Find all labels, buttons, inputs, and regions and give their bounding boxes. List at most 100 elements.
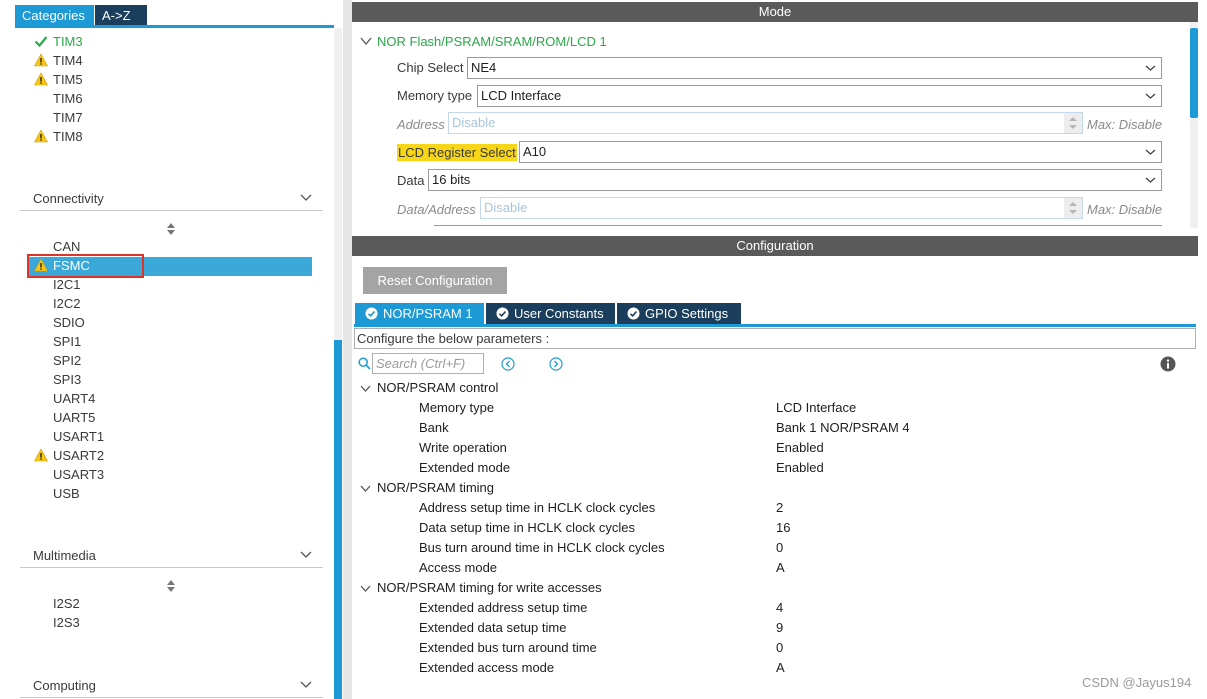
tab-categories[interactable]: Categories: [15, 5, 94, 26]
computing-section-header[interactable]: Computing: [20, 674, 323, 698]
memory-type-combo[interactable]: LCD Interface: [477, 85, 1162, 107]
arrow-right-circle-icon[interactable]: [549, 357, 563, 371]
list-item-usart2[interactable]: USART2: [34, 446, 104, 465]
data-label: Data: [397, 173, 425, 188]
list-item-label: TIM8: [53, 129, 83, 144]
list-item-spi1[interactable]: SPI1: [53, 332, 81, 351]
list-item-tim3[interactable]: TIM3: [34, 32, 83, 51]
list-item-i2s2[interactable]: I2S2: [53, 594, 80, 613]
list-item-tim7[interactable]: TIM7: [53, 108, 83, 127]
parameter-value[interactable]: LCD Interface: [776, 400, 856, 415]
parameter-name[interactable]: Extended bus turn around time: [419, 640, 597, 655]
parameter-name[interactable]: Access mode: [419, 560, 497, 575]
tab-user-constants[interactable]: User Constants: [486, 303, 615, 324]
mode-panel-title: Mode: [352, 2, 1198, 22]
tab-a-to-z[interactable]: A->Z: [95, 5, 147, 26]
parameter-value[interactable]: A: [776, 660, 785, 675]
chevron-down-icon[interactable]: [360, 583, 371, 594]
list-item-usb[interactable]: USB: [53, 484, 80, 503]
mode-scrollbar-thumb[interactable]: [1190, 28, 1198, 118]
parameter-value[interactable]: 0: [776, 540, 783, 555]
fsmc-annotation-box: [27, 254, 144, 278]
list-item-usart3[interactable]: USART3: [53, 465, 104, 484]
parameter-value[interactable]: 0: [776, 640, 783, 655]
parameter-name[interactable]: Extended address setup time: [419, 600, 587, 615]
list-item-tim4[interactable]: TIM4: [34, 51, 83, 70]
left-scrollbar[interactable]: [334, 0, 342, 699]
parameter-name[interactable]: Bank: [419, 420, 449, 435]
tab-gpio-settings[interactable]: GPIO Settings: [617, 303, 741, 324]
parameter-value[interactable]: 16: [776, 520, 790, 535]
parameter-value[interactable]: Bank 1 NOR/PSRAM 4: [776, 420, 910, 435]
tab-nor-psram-1[interactable]: NOR/PSRAM 1: [355, 303, 484, 324]
list-item-tim5[interactable]: TIM5: [34, 70, 83, 89]
mode-tree-label: NOR Flash/PSRAM/SRAM/ROM/LCD 1: [377, 34, 607, 49]
info-icon[interactable]: [1160, 356, 1176, 372]
check-circle-icon: [627, 307, 640, 320]
spinner-arrows-icon: [1069, 117, 1077, 129]
list-item-i2s3[interactable]: I2S3: [53, 613, 80, 632]
list-item-uart4[interactable]: UART4: [53, 389, 95, 408]
parameter-name[interactable]: Bus turn around time in HCLK clock cycle…: [419, 540, 665, 555]
list-item-label: TIM3: [53, 34, 83, 49]
list-item-spi3[interactable]: SPI3: [53, 370, 81, 389]
panel-splitter[interactable]: [343, 0, 352, 699]
chip-select-label: Chip Select: [397, 60, 464, 75]
data-address-spinner[interactable]: Disable: [480, 197, 1083, 219]
chip-select-combo[interactable]: NE4: [467, 57, 1162, 79]
categories-panel: Categories A->Z TIM3 TIM4 TIM5 TIM6 TIM7 TIM8…: [0, 0, 343, 699]
parameter-name[interactable]: Write operation: [419, 440, 507, 455]
data-combo[interactable]: 16 bits: [428, 169, 1162, 191]
parameter-value[interactable]: 9: [776, 620, 783, 635]
parameter-value[interactable]: 2: [776, 500, 783, 515]
parameter-group-title[interactable]: NOR/PSRAM timing: [377, 480, 494, 495]
list-item-label: I2S2: [53, 596, 80, 611]
spinner-buttons[interactable]: [1064, 198, 1082, 218]
reset-configuration-button[interactable]: Reset Configuration: [363, 267, 507, 294]
chevron-down-icon: [1145, 149, 1156, 155]
list-item-tim6[interactable]: TIM6: [53, 89, 83, 108]
chevron-down-icon[interactable]: [360, 483, 371, 494]
parameter-value[interactable]: 4: [776, 600, 783, 615]
list-item-tim8[interactable]: TIM8: [34, 127, 83, 146]
list-item-i2c2[interactable]: I2C2: [53, 294, 80, 313]
scrollbar-thumb[interactable]: [334, 340, 342, 699]
parameter-name[interactable]: Address setup time in HCLK clock cycles: [419, 500, 655, 515]
parameter-value[interactable]: Enabled: [776, 460, 824, 475]
search-input[interactable]: Search (Ctrl+F): [372, 353, 484, 374]
list-item-label: SDIO: [53, 315, 85, 330]
parameter-name[interactable]: Memory type: [419, 400, 494, 415]
parameter-name[interactable]: Data setup time in HCLK clock cycles: [419, 520, 635, 535]
chip-select-value: NE4: [471, 60, 497, 75]
sort-icon[interactable]: [166, 222, 176, 236]
parameter-name[interactable]: Extended access mode: [419, 660, 554, 675]
list-item-spi2[interactable]: SPI2: [53, 351, 81, 370]
mode-tree-node[interactable]: NOR Flash/PSRAM/SRAM/ROM/LCD 1: [360, 34, 607, 49]
parameter-name[interactable]: Extended mode: [419, 460, 510, 475]
parameter-group-title[interactable]: NOR/PSRAM control: [377, 380, 498, 395]
lcd-register-select-combo[interactable]: A10: [519, 141, 1162, 163]
address-spinner[interactable]: Disable: [448, 112, 1083, 134]
mode-panel: NOR Flash/PSRAM/SRAM/ROM/LCD 1 Chip Sele…: [352, 22, 1198, 228]
connectivity-section-header[interactable]: Connectivity: [20, 187, 323, 211]
sort-icon[interactable]: [166, 579, 176, 593]
list-item-label: TIM5: [53, 72, 83, 87]
parameter-value[interactable]: Enabled: [776, 440, 824, 455]
list-item-label: SPI3: [53, 372, 82, 387]
list-item-sdio[interactable]: SDIO: [53, 313, 85, 332]
mode-scrollbar[interactable]: [1190, 22, 1198, 228]
tab-label: GPIO Settings: [645, 306, 729, 321]
parameter-name[interactable]: Extended data setup time: [419, 620, 566, 635]
configuration-panel-title: Configuration: [352, 236, 1198, 256]
list-item-label: I2C1: [53, 277, 81, 292]
arrow-left-circle-icon[interactable]: [501, 357, 515, 371]
spinner-buttons[interactable]: [1064, 113, 1082, 133]
chevron-down-icon[interactable]: [360, 383, 371, 394]
list-item-label: TIM6: [53, 91, 83, 106]
list-item-usart1[interactable]: USART1: [53, 427, 104, 446]
parameter-value[interactable]: A: [776, 560, 785, 575]
list-item-uart5[interactable]: UART5: [53, 408, 95, 427]
parameter-group-title[interactable]: NOR/PSRAM timing for write accesses: [377, 580, 602, 595]
scrollbar-track: [334, 28, 342, 340]
multimedia-section-header[interactable]: Multimedia: [20, 544, 323, 568]
